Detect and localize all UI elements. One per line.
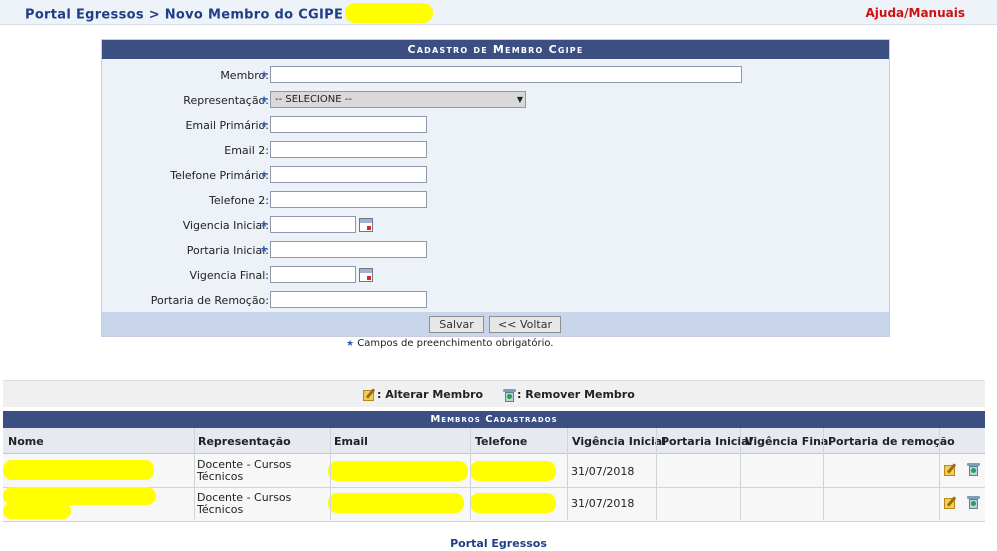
edit-icon[interactable] [944, 463, 958, 477]
footer-link[interactable]: Portal Egressos [0, 537, 997, 550]
trash-icon[interactable] [967, 495, 981, 509]
trash-icon [503, 388, 517, 402]
col-telefone: Telefone [475, 435, 528, 448]
row-portaria-inicial: Portaria Inicial: ★ [102, 241, 889, 261]
col-portaria-inicial: Portaria Inicial [661, 435, 753, 448]
required-star-icon: ★ [260, 70, 269, 80]
required-note: ★ Campos de preenchimento obrigatório. [346, 338, 553, 349]
cell-representacao-line2: Técnicos [197, 503, 244, 516]
legend-edit: : Alterar Membro [363, 388, 483, 402]
row-portaria-remocao: Portaria de Remoção: [102, 291, 889, 311]
back-button[interactable]: << Voltar [489, 316, 561, 333]
column-divider [740, 428, 741, 520]
column-divider [823, 428, 824, 520]
members-table-header: Nome Representação Email Telefone Vigênc… [3, 428, 985, 454]
table-row: Docente - Cursos Técnicos 31/07/2018 [3, 487, 985, 522]
column-divider [939, 428, 940, 520]
col-representacao: Representação [198, 435, 291, 448]
row-email1: Email Primário: ★ [102, 116, 889, 136]
label-telefone2: Telefone 2: [209, 194, 269, 207]
table-row: Docente - Cursos Técnicos 31/07/2018 [3, 454, 985, 488]
legend-remove-label: : Remover Membro [517, 388, 635, 401]
calendar-icon[interactable] [359, 268, 373, 282]
redacted-email [328, 493, 464, 513]
dropdown-arrow-icon: ▼ [516, 95, 523, 104]
email-primario-input[interactable] [270, 116, 427, 133]
member-form-panel: Cadastro de Membro Cgipe Membro: ★ Repre… [101, 39, 890, 337]
telefone2-input[interactable] [270, 191, 427, 208]
redacted-name [3, 460, 154, 480]
row-vigencia-inicial: Vigencia Inicial: ★ [102, 216, 889, 236]
col-vigencia-final: Vigência Final [745, 435, 833, 448]
row-representacao: Representação: ★ -- SELECIONE -- ▼ [102, 91, 889, 111]
label-telefone-primario: Telefone Primário: [170, 169, 269, 182]
select-value: -- SELECIONE -- [275, 94, 352, 105]
portaria-remocao-input[interactable] [270, 291, 427, 308]
redacted-email [328, 461, 468, 481]
required-star-icon: ★ [346, 339, 355, 349]
redacted-name [3, 503, 71, 519]
column-divider [330, 428, 331, 520]
col-nome: Nome [8, 435, 44, 448]
form-button-bar: Salvar << Voltar [102, 312, 889, 336]
label-vigencia-inicial: Vigencia Inicial: [182, 219, 269, 232]
trash-icon[interactable] [967, 462, 981, 476]
membro-input[interactable] [270, 66, 742, 83]
label-email-primario: Email Primário: [185, 119, 269, 132]
top-bar: Portal Egressos > Novo Membro do CGIPE A… [0, 0, 997, 25]
representacao-select[interactable]: -- SELECIONE -- ▼ [270, 91, 526, 108]
column-divider [194, 428, 195, 520]
help-link[interactable]: Ajuda/Manuais [866, 6, 966, 20]
redacted-phone [470, 493, 556, 513]
cell-vigencia-inicial: 31/07/2018 [571, 465, 635, 478]
save-button[interactable]: Salvar [429, 316, 484, 333]
required-star-icon: ★ [260, 95, 269, 105]
row-email2: Email 2: [102, 141, 889, 161]
email2-input[interactable] [270, 141, 427, 158]
portaria-inicial-input[interactable] [270, 241, 427, 258]
column-divider [567, 428, 568, 520]
breadcrumb-text: Portal Egressos > Novo Membro do CGIPE [25, 7, 344, 23]
members-table-title: Membros Cadastrados [3, 411, 985, 428]
label-portaria-remocao: Portaria de Remoção: [150, 294, 269, 307]
required-star-icon: ★ [260, 120, 269, 130]
edit-icon [363, 388, 377, 402]
col-portaria-remocao: Portaria de remoção [828, 435, 955, 448]
redacted-phone [470, 461, 556, 481]
required-star-icon: ★ [260, 170, 269, 180]
legend-edit-label: : Alterar Membro [377, 388, 484, 401]
edit-icon[interactable] [944, 496, 958, 510]
column-divider [656, 428, 657, 520]
label-vigencia-final: Vigencia Final: [189, 269, 269, 282]
required-star-icon: ★ [260, 220, 269, 230]
legend-remove: : Remover Membro [503, 388, 635, 402]
label-portaria-inicial: Portaria Inicial: [186, 244, 269, 257]
legend-bar: : Alterar Membro : Remover Membro [3, 380, 985, 407]
vigencia-final-input[interactable] [270, 266, 356, 283]
cell-vigencia-inicial: 31/07/2018 [571, 497, 635, 510]
row-telefone1: Telefone Primário: ★ [102, 166, 889, 186]
telefone-primario-input[interactable] [270, 166, 427, 183]
cell-representacao-line2: Técnicos [197, 470, 244, 483]
required-note-text: Campos de preenchimento obrigatório. [357, 338, 554, 349]
redacted-region [345, 3, 434, 23]
column-divider [470, 428, 471, 520]
form-title: Cadastro de Membro Cgipe [102, 40, 889, 59]
row-membro: Membro: ★ [102, 66, 889, 86]
breadcrumb: Portal Egressos > Novo Membro do CGIPE [25, 3, 434, 25]
calendar-icon[interactable] [359, 218, 373, 232]
label-representacao: Representação: [183, 94, 269, 107]
row-telefone2: Telefone 2: [102, 191, 889, 211]
row-vigencia-final: Vigencia Final: [102, 266, 889, 286]
required-star-icon: ★ [260, 245, 269, 255]
vigencia-inicial-input[interactable] [270, 216, 356, 233]
col-email: Email [334, 435, 368, 448]
col-vigencia-inicial: Vigência Inicial [572, 435, 666, 448]
label-email2: Email 2: [224, 144, 269, 157]
